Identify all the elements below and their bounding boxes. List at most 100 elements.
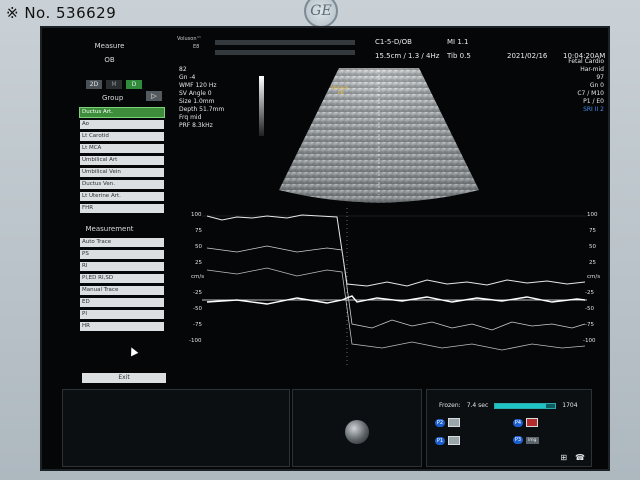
group-item-ao[interactable]: Ao: [80, 120, 164, 129]
frozen-time: 7.4 sec: [466, 402, 489, 409]
tick-25-right: 25: [589, 260, 596, 266]
measure-item-pi-ed-ri-sd[interactable]: PI,ED RI,SD: [80, 274, 164, 283]
measure-item-ps[interactable]: PS: [80, 250, 164, 259]
preset-p2-button[interactable]: P2: [435, 418, 460, 427]
tick-neg50-right: -50: [585, 306, 594, 312]
group-item-umbilical-vein[interactable]: Umbilical Vein: [80, 168, 164, 177]
param-line: Fetal Cardio: [568, 58, 604, 65]
tick-neg25-left: -25: [193, 290, 202, 296]
tick-neg75-left: -75: [193, 322, 202, 328]
group-item-umbilical-art[interactable]: Umbilical Art: [80, 156, 164, 165]
param-line: Size 1.0mm: [179, 98, 215, 105]
unit-left: cm/s: [191, 274, 205, 280]
mode-2d-button[interactable]: 2D: [86, 80, 102, 89]
param-line: WMF 120 Hz: [179, 82, 217, 89]
frozen-label: Frozen:: [439, 402, 461, 409]
group-item-ductus-art[interactable]: Ductus Art.: [79, 107, 165, 118]
group-item-lt-mca[interactable]: Lt MCA: [80, 144, 164, 153]
param-line: PRF 8.3kHz: [179, 122, 213, 129]
tick-75-right: 75: [589, 228, 596, 234]
group-list: Ductus Art. Ao Lt Carotid Lt MCA Umbilic…: [79, 107, 165, 216]
grayscale-bar: [259, 76, 264, 136]
measurement-label: Measurement: [85, 225, 134, 233]
measurement-list: Auto Trace PS RI PI,ED RI,SD Manual Trac…: [80, 238, 164, 334]
mode-d-button[interactable]: D: [126, 80, 142, 89]
param-line: SRI II 2: [583, 106, 604, 113]
freeze-status: Frozen: 7.4 sec 1704: [439, 402, 578, 409]
mode-selector: 2D M D: [86, 80, 142, 89]
printer-icon: [448, 418, 460, 427]
bmode-image[interactable]: Voluson E8: [279, 40, 479, 210]
doppler-trace: [202, 208, 587, 368]
ultrasound-screen: Measure OB 2D M D Group ▷ Ductus Art. Ao…: [40, 26, 610, 471]
measure-item-auto-trace[interactable]: Auto Trace: [80, 238, 164, 247]
date-label: 2021/02/16: [507, 52, 548, 60]
tick-50-right: 50: [589, 244, 596, 250]
mode-m-button[interactable]: M: [106, 80, 122, 89]
doppler-params: 82 Gn -4 WMF 120 Hz SV Angle 0 Size 1.0m…: [179, 66, 224, 130]
param-line: Depth 51.7mm: [179, 106, 225, 113]
frozen-frames: 1704: [562, 402, 578, 409]
cine-progress-fill: [495, 403, 547, 408]
serial-label: ※ No. 536629: [6, 4, 117, 22]
doppler-spectrum[interactable]: 100 75 50 25 cm/s -25 -50 -75 -100 100 7…: [177, 208, 608, 368]
tick-neg75-right: -75: [585, 322, 594, 328]
tick-100-left: 100: [191, 212, 202, 218]
group-item-lt-uterine-art[interactable]: Lt Uterine Art.: [80, 192, 164, 201]
unit-right: cm/s: [587, 274, 601, 280]
record-icon: [526, 418, 538, 427]
measure-panel: Measure OB 2D M D Group ▷ Ductus Art. Ao…: [42, 38, 177, 383]
preset-badge: P2: [435, 418, 445, 427]
brand-small: Voluson™: [177, 36, 202, 42]
touch-panel-left[interactable]: [62, 389, 290, 467]
group-item-ductus-ven[interactable]: Ductus Ven.: [80, 180, 164, 189]
sector-model: E8: [338, 91, 344, 96]
param-line: P1 / E0: [583, 98, 604, 105]
tick-25-left: 25: [195, 260, 202, 266]
mouse-pointer-icon: [127, 345, 139, 357]
settings-icon[interactable]: ☎: [575, 453, 585, 462]
image-icon: img: [526, 436, 539, 444]
param-line: 97: [596, 74, 604, 81]
tick-50-left: 50: [195, 244, 202, 250]
tick-neg25-right: -25: [585, 290, 594, 296]
trackball-icon[interactable]: [345, 420, 369, 444]
preset-p4-button[interactable]: P4: [513, 418, 538, 427]
tick-100-right: 100: [587, 212, 598, 218]
ge-logo-icon: GE: [304, 0, 338, 28]
network-icon[interactable]: ⊞: [560, 453, 567, 462]
param-line: C7 / M10: [577, 90, 604, 97]
measure-item-pi[interactable]: PI: [80, 310, 164, 319]
cine-progress-bar[interactable]: [494, 402, 557, 409]
measure-item-ri[interactable]: RI: [80, 262, 164, 271]
exit-button[interactable]: Exit: [82, 373, 166, 383]
measure-item-hr[interactable]: HR: [80, 322, 164, 331]
group-item-fhr[interactable]: FHR: [80, 204, 164, 213]
group-item-lt-carotid[interactable]: Lt Carotid: [80, 132, 164, 141]
printer-icon: [448, 436, 460, 445]
preset-badge: P1: [435, 436, 445, 445]
tick-neg100-right: -100: [583, 338, 596, 344]
tick-75-left: 75: [195, 228, 202, 234]
group-next-button[interactable]: ▷: [146, 91, 162, 101]
param-line: SV Angle 0: [179, 90, 212, 97]
panel-title: Measure: [94, 42, 125, 50]
param-line: Frq mid: [179, 114, 202, 121]
brand-model: E8: [193, 44, 200, 50]
system-icons: ⊞ ☎: [560, 453, 585, 462]
tick-neg50-left: -50: [193, 306, 202, 312]
param-line: Har-mid: [580, 66, 604, 73]
panel-subtitle: OB: [104, 56, 115, 64]
param-line: Gn -4: [179, 74, 196, 81]
trackball-panel[interactable]: [292, 389, 422, 467]
preset-p3-button[interactable]: P3 img: [513, 436, 539, 444]
param-line: 82: [179, 66, 187, 73]
tick-neg100-left: -100: [189, 338, 202, 344]
measure-item-manual-trace[interactable]: Manual Trace: [80, 286, 164, 295]
preset-badge: P4: [513, 418, 523, 427]
cine-panel: Frozen: 7.4 sec 1704 P2 P4 P1 P3 img ⊞ ☎: [426, 389, 592, 467]
image-params: Fetal Cardio Har-mid 97 Gn 0 C7 / M10 P1…: [568, 58, 604, 114]
group-label: Group: [102, 94, 124, 102]
preset-p1-button[interactable]: P1: [435, 436, 460, 445]
measure-item-ed[interactable]: ED: [80, 298, 164, 307]
